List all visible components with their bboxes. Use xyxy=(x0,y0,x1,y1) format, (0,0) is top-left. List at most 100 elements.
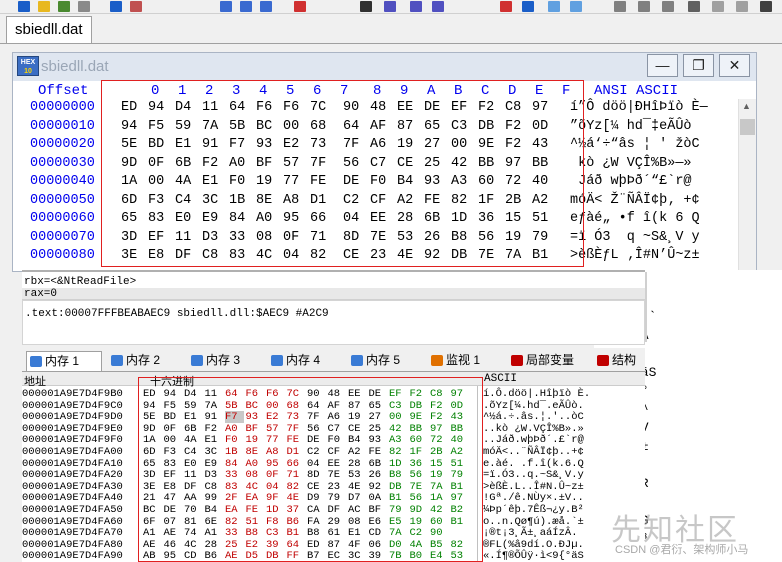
save-icon[interactable] xyxy=(58,1,70,12)
row-offset: 00000050 xyxy=(30,192,95,208)
file-tab[interactable]: sbiedll.dat xyxy=(6,16,92,43)
ascii-header: ASCII xyxy=(484,373,518,385)
dump-ascii: ¡®t¡3¸Ã±¸aáÍzÂ. xyxy=(483,527,578,540)
memory-icon xyxy=(30,356,42,367)
nav-icon[interactable] xyxy=(570,1,582,12)
find-icon[interactable] xyxy=(360,1,372,12)
file-tab-strip: sbiedll.dat xyxy=(0,14,782,44)
register-line-2[interactable]: rax=0 xyxy=(24,288,57,300)
dump-ascii: e.àé. .f.î(k.6.Q xyxy=(483,457,584,470)
disasm-info-pane: .text:00007FFFBEABAEC9 sbiedll.dll:$AEC9… xyxy=(22,300,645,345)
new-file-icon[interactable] xyxy=(18,1,30,12)
hex-logo-icon: HEX 10 xyxy=(17,56,39,76)
row-offset: 00000040 xyxy=(30,174,95,189)
dump-tab[interactable]: 内存 4 xyxy=(268,351,344,371)
dump-address: 000001A9E7D4FA60 xyxy=(22,515,123,528)
locals-icon xyxy=(511,355,523,366)
print-icon[interactable] xyxy=(78,1,90,12)
dump-address: 000001A9E7D4FA50 xyxy=(22,504,123,516)
disk-icon[interactable] xyxy=(614,1,626,12)
dump-ascii: ..Jáð.wþÞð´.£`r@ xyxy=(483,434,584,447)
dump-ascii: >èßÈ.L..Î#N.Û~z± xyxy=(483,480,584,493)
copy-block-icon[interactable] xyxy=(220,1,232,12)
dump-tab[interactable]: 内存 3 xyxy=(188,351,264,371)
settings-icon[interactable] xyxy=(736,1,748,12)
dump-address: 000001A9E7D4FA10 xyxy=(22,457,123,470)
dump-tab[interactable]: 内存 2 xyxy=(108,351,184,371)
forward-icon[interactable] xyxy=(548,1,560,12)
ascii-text: =ï Ó3 q ~S&¸V y xyxy=(570,229,700,245)
options-icon[interactable] xyxy=(760,1,772,12)
dump-tab-label: 内存 4 xyxy=(286,353,321,367)
ascii-text: ^½á‘÷“âs ¦ ' žòC xyxy=(570,137,700,152)
memory-icon xyxy=(191,355,203,366)
dump-tab[interactable]: 局部变量 xyxy=(508,351,590,371)
watch-icon xyxy=(431,355,443,366)
vertical-scrollbar[interactable]: ▲ xyxy=(738,99,756,273)
window-title: sbiedll.dat xyxy=(41,58,109,75)
ram-icon[interactable] xyxy=(638,1,650,12)
dump-tabs: 内存 1 内存 2 内存 3 内存 4 内存 5 监视 1 局部变量 结构 xyxy=(22,348,645,372)
dump-address: 000001A9E7D4F9B0 xyxy=(22,388,123,400)
watermark-credit: CSDN @君衍、架构师小马 xyxy=(615,544,749,556)
row-offset: 00000060 xyxy=(30,211,95,226)
calc-icon[interactable] xyxy=(688,1,700,12)
restore-icon[interactable]: ❐ xyxy=(683,54,714,77)
replace-icon[interactable] xyxy=(410,1,422,12)
dump-tab-label: 内存 1 xyxy=(45,354,80,368)
ansi-ascii-header: ANSI ASCII xyxy=(594,83,679,99)
dump-ascii: !Gª./ê.NÙy×.±V.. xyxy=(483,492,584,505)
ascii-text: >èßÈƒL ‚Î#N’Û~z± xyxy=(570,248,700,263)
dump-tab-label: 内存 2 xyxy=(126,353,161,367)
copy-icon[interactable] xyxy=(110,1,122,12)
register-selection xyxy=(22,288,645,300)
dump-address: 000001A9E7D4F9C0 xyxy=(22,399,123,412)
minimize-icon[interactable]: — xyxy=(647,54,678,77)
address-header: 地址 xyxy=(24,377,46,389)
dump-address: 000001A9E7D4FA70 xyxy=(22,527,123,540)
row-offset: 00000030 xyxy=(30,155,95,171)
scroll-thumb[interactable] xyxy=(740,119,755,135)
dump-tab[interactable]: 结构 xyxy=(594,351,664,371)
dump-address: 000001A9E7D4F9F0 xyxy=(22,434,123,447)
ascii-text: eƒàé„ •f î(k 6 Q xyxy=(570,211,700,226)
dump-address: 000001A9E7D4FA30 xyxy=(22,480,123,493)
ascii-text: í”Ô döö|ĐHîÞïò È— xyxy=(570,100,708,115)
paste-block-icon[interactable] xyxy=(240,1,252,12)
replace-hex-icon[interactable] xyxy=(432,1,444,12)
dump-ascii: «.Í¶®ÕÛÿ·ì<9{°äS xyxy=(483,550,584,562)
open-folder-icon[interactable] xyxy=(38,1,50,12)
row-offset: 00000070 xyxy=(30,229,95,245)
dump-tab-label: 局部变量 xyxy=(526,353,575,367)
window-title-bar[interactable]: HEX 10 sbiedll.dat — ❐ ✕ xyxy=(13,53,756,81)
ascii-text: ”õYz[¼ hd¯‡eÃÛò xyxy=(570,118,692,134)
clipboard-icon[interactable] xyxy=(260,1,272,12)
dump-highlight-box xyxy=(138,377,483,562)
dump-address: 000001A9E7D4FA20 xyxy=(22,469,123,482)
dump-tab[interactable]: 内存 1 xyxy=(26,351,102,371)
watermark: 先知社区 CSDN @君衍、架构师小马 xyxy=(575,505,782,562)
paste-icon[interactable] xyxy=(130,1,142,12)
dump-ascii: móÄ<..¨ÑÂÏ¢þ..+¢ xyxy=(483,446,584,458)
memory-icon xyxy=(271,355,283,366)
logo-text: HEX xyxy=(20,59,36,66)
dump-tab[interactable]: 监视 1 xyxy=(428,351,504,371)
scroll-up-icon[interactable]: ▲ xyxy=(742,101,751,111)
tools-icon[interactable] xyxy=(712,1,724,12)
memory-icon xyxy=(111,355,123,366)
dump-tab-label: 监视 1 xyxy=(446,353,481,367)
register-line-1[interactable]: rbx=<&NtReadFile> xyxy=(24,276,136,288)
drive-icon[interactable] xyxy=(662,1,674,12)
row-offset: 00000000 xyxy=(30,100,95,115)
dump-ascii: o..n.Qø¶ú).æå.`± xyxy=(483,515,584,528)
close-icon[interactable]: ✕ xyxy=(719,54,750,77)
dump-address: 000001A9E7D4FA90 xyxy=(22,550,123,562)
dump-tab-label: 内存 3 xyxy=(206,353,241,367)
find-hex-icon[interactable] xyxy=(384,1,396,12)
offset-header: Offset xyxy=(38,83,89,99)
back-icon[interactable] xyxy=(522,1,534,12)
goto-icon[interactable] xyxy=(500,1,512,12)
disasm-location: .text:00007FFFBEABAEC9 sbiedll.dll:$AEC9… xyxy=(25,308,329,320)
dump-tab[interactable]: 内存 5 xyxy=(348,351,424,371)
binary-icon[interactable] xyxy=(294,1,306,12)
